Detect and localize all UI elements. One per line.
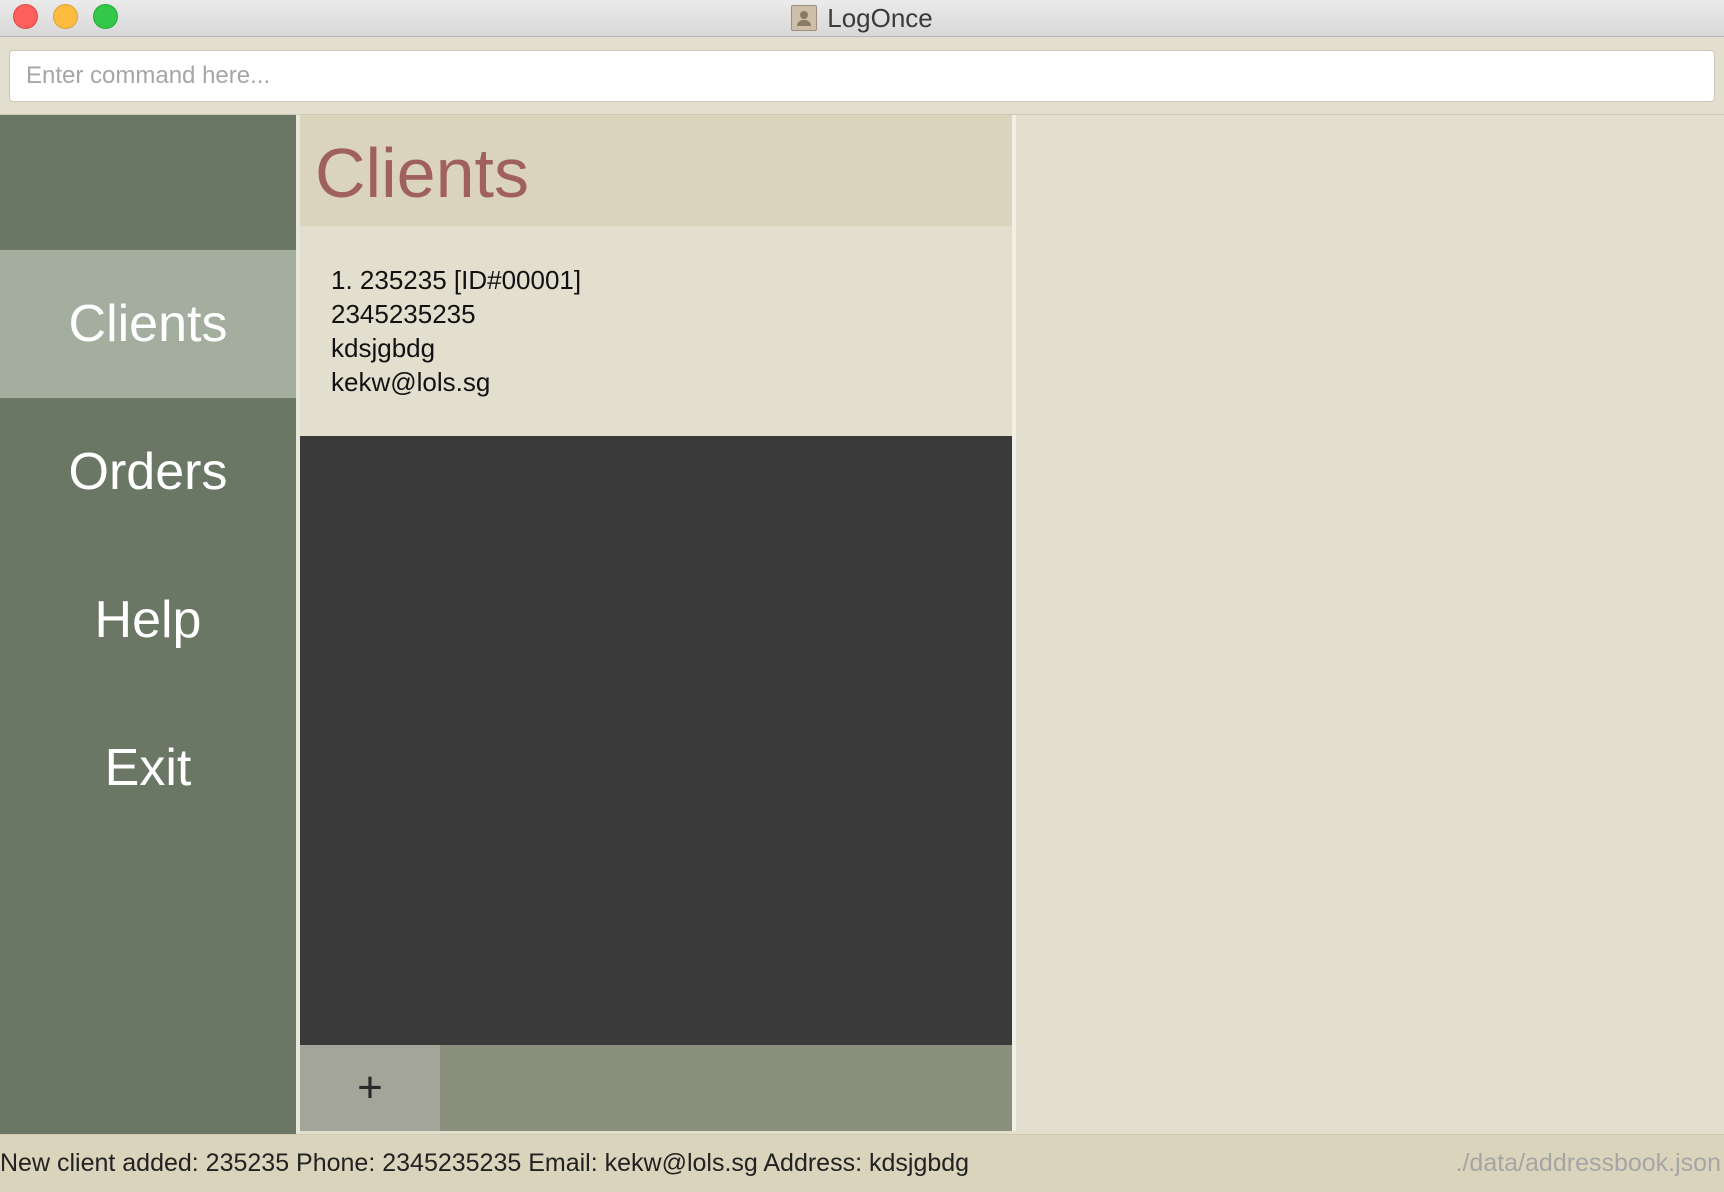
sidebar-item-clients[interactable]: Clients <box>0 250 296 398</box>
sidebar-item-label: Clients <box>68 295 228 353</box>
sidebar-item-label: Help <box>94 591 202 649</box>
client-heading: 1. 235235 [ID#00001] <box>331 265 582 295</box>
plus-icon: + <box>357 1063 383 1112</box>
command-input[interactable] <box>9 50 1715 102</box>
window-title-group: LogOnce <box>0 0 1724 36</box>
sidebar-item-label: Orders <box>68 443 228 501</box>
list-footer: + <box>300 1045 1012 1131</box>
sidebar-item-label: Exit <box>104 739 192 797</box>
client-email: kekw@lols.sg <box>331 367 491 397</box>
detail-panel <box>1016 115 1724 1131</box>
client-address: kdsjgbdg <box>331 333 436 363</box>
sidebar: Clients Orders Help Exit <box>0 115 296 1134</box>
page-title: Clients <box>315 134 529 212</box>
sidebar-item-orders[interactable]: Orders <box>0 398 296 546</box>
address-book-icon <box>791 5 818 31</box>
window-title: LogOnce <box>827 2 933 33</box>
add-client-button[interactable]: + <box>300 1045 440 1131</box>
client-phone: 2345235235 <box>331 299 476 329</box>
sidebar-item-help[interactable]: Help <box>0 546 296 694</box>
client-list-panel: Clients 1. 235235 [ID#00001] 2345235235 … <box>300 115 1012 1131</box>
window-titlebar: LogOnce <box>0 0 1724 37</box>
sidebar-item-exit[interactable]: Exit <box>0 694 296 842</box>
status-bar: New client added: 235235 Phone: 23452352… <box>0 1134 1724 1192</box>
command-bar <box>0 37 1724 115</box>
list-header: Clients <box>300 115 1012 226</box>
save-file-path: ./data/addressbook.json <box>1455 1149 1721 1177</box>
status-message: New client added: 235235 Phone: 23452352… <box>0 1149 970 1177</box>
list-item[interactable]: 1. 235235 [ID#00001] 2345235235 kdsjgbdg… <box>300 226 1012 436</box>
